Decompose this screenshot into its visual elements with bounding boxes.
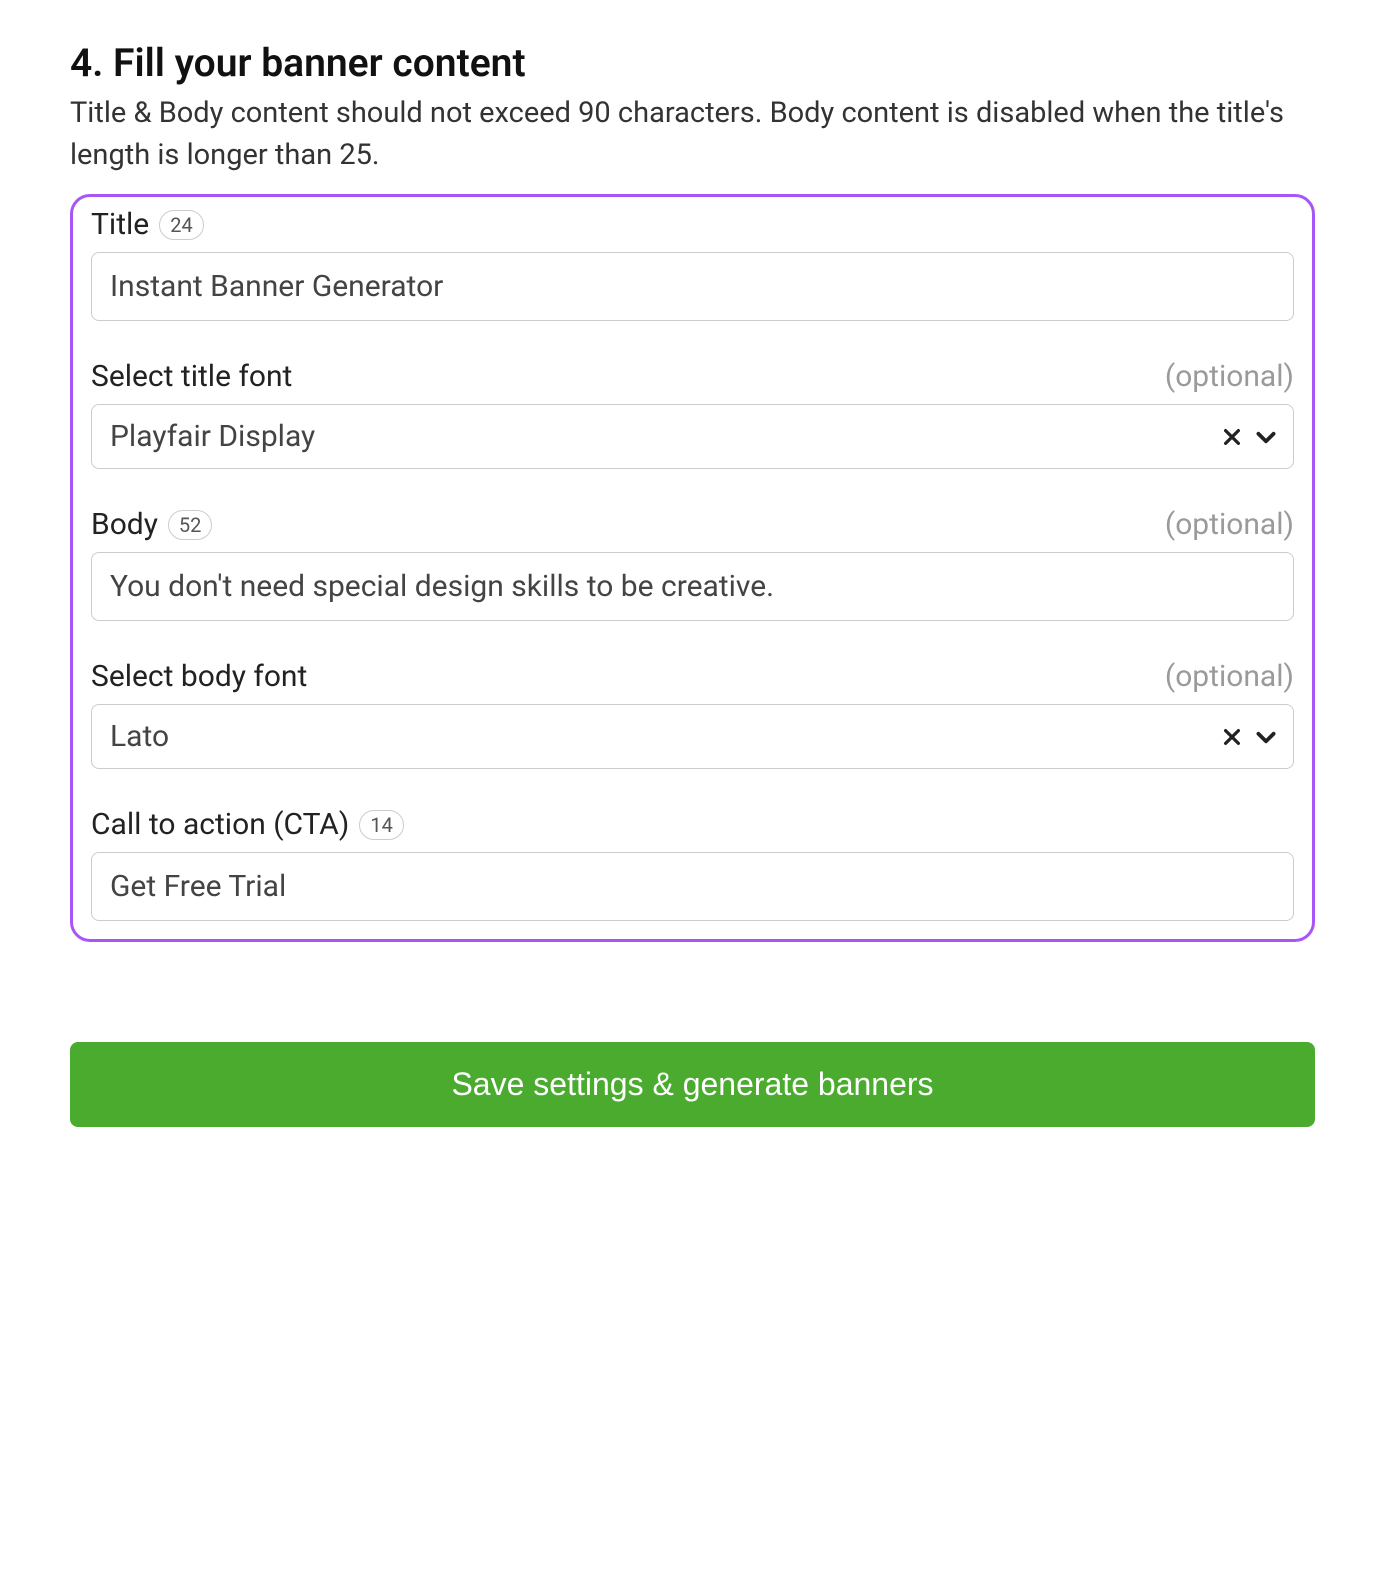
section-heading: 4. Fill your banner content — [70, 40, 1315, 86]
body-label: Body — [91, 507, 158, 542]
body-font-field: Select body font (optional) — [91, 659, 1294, 769]
body-font-optional: (optional) — [1165, 659, 1294, 694]
title-font-optional: (optional) — [1165, 359, 1294, 394]
body-font-select[interactable] — [91, 704, 1294, 769]
title-font-field: Select title font (optional) — [91, 359, 1294, 469]
body-char-count: 52 — [168, 510, 212, 540]
cta-char-count: 14 — [359, 810, 403, 840]
body-optional: (optional) — [1165, 507, 1294, 542]
title-char-count: 24 — [159, 210, 203, 240]
clear-icon[interactable] — [1218, 723, 1246, 751]
title-label: Title — [91, 207, 149, 242]
cta-field: Call to action (CTA) 14 — [91, 807, 1294, 921]
chevron-down-icon[interactable] — [1252, 423, 1280, 451]
body-field: Body 52 (optional) — [91, 507, 1294, 621]
title-font-label: Select title font — [91, 359, 292, 394]
title-font-select[interactable] — [91, 404, 1294, 469]
clear-icon[interactable] — [1218, 423, 1246, 451]
section-description: Title & Body content should not exceed 9… — [70, 92, 1315, 176]
body-font-label: Select body font — [91, 659, 307, 694]
title-input[interactable] — [91, 252, 1294, 321]
chevron-down-icon[interactable] — [1252, 723, 1280, 751]
save-generate-button[interactable]: Save settings & generate banners — [70, 1042, 1315, 1127]
cta-input[interactable] — [91, 852, 1294, 921]
cta-label: Call to action (CTA) — [91, 807, 349, 842]
title-field: Title 24 — [91, 207, 1294, 321]
banner-content-form: Title 24 Select title font (optional) — [70, 194, 1315, 942]
body-input[interactable] — [91, 552, 1294, 621]
